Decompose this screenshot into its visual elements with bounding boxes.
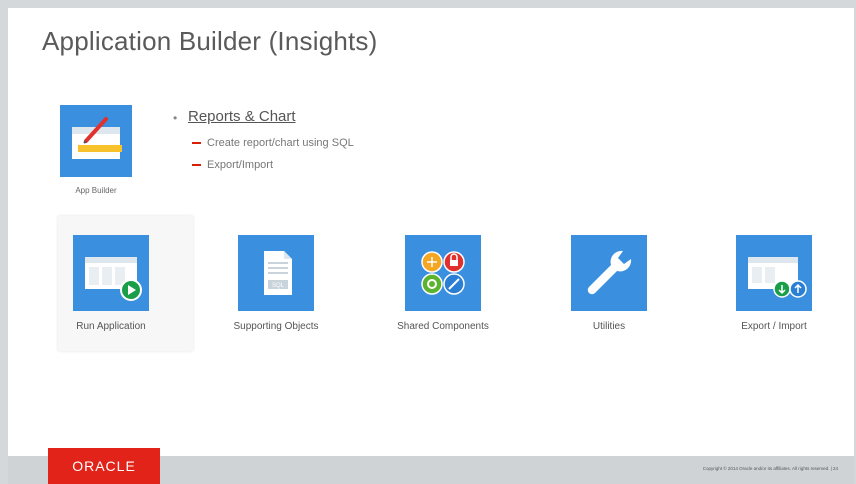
copyright-text: Copyright © 2014 Oracle and/or its affil… [702,466,838,471]
wrench-icon [587,250,632,295]
sub-bullet-create-report: Create report/chart using SQL [192,137,354,149]
export-import-tile[interactable] [736,235,812,311]
shared-components-label[interactable]: Shared Components [373,321,513,332]
bullet-icon: • [173,111,178,125]
sub-bullet-export-import: Export/Import [192,159,273,171]
oracle-logo-text: ORACLE [72,458,136,474]
export-import-icon [748,257,807,298]
page-title: Application Builder (Insights) [42,26,378,56]
run-application-tile[interactable] [73,235,149,311]
utilities-tile[interactable] [571,235,647,311]
app-builder-tile[interactable] [60,105,132,177]
export-import-label[interactable]: Export / Import [704,321,844,332]
dash-icon [192,142,201,145]
app-builder-icon [72,117,122,159]
shared-components-tile[interactable] [405,235,481,311]
svg-text:SQL: SQL [272,283,285,289]
utilities-label[interactable]: Utilities [539,321,679,332]
supporting-objects-label[interactable]: Supporting Objects [206,321,346,332]
shared-components-icon [421,251,465,295]
supporting-objects-icon: SQL [264,251,292,295]
oracle-logo: ORACLE [48,448,160,484]
app-builder-label: App Builder [75,186,117,195]
run-application-label[interactable]: Run Application [41,321,181,332]
run-application-icon [85,257,142,301]
dash-icon [192,164,201,167]
bullet-reports-chart[interactable]: Reports & Chart [188,108,296,125]
supporting-objects-tile[interactable]: SQL [238,235,314,311]
